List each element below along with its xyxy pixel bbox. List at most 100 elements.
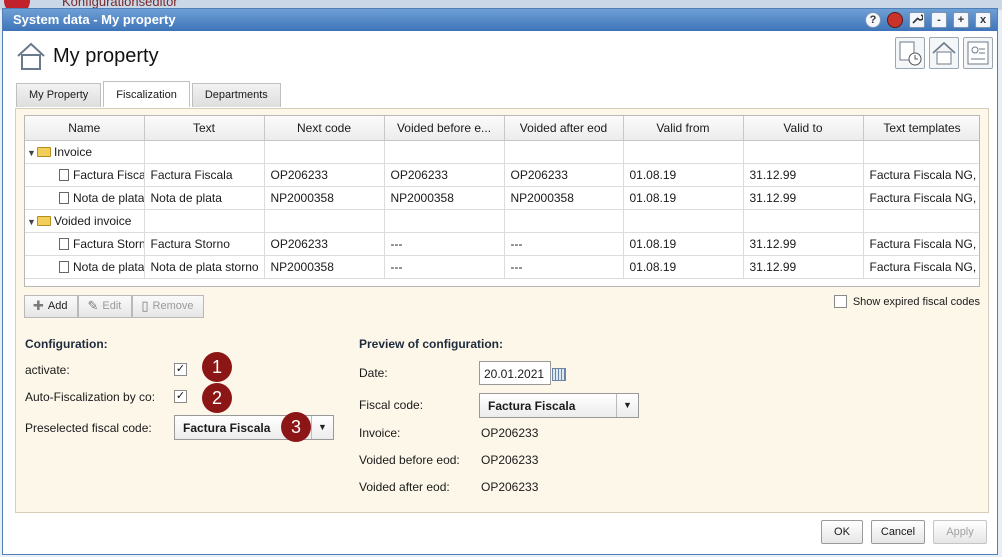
column-header[interactable]: Valid to — [743, 116, 864, 141]
tab-bar: My Property Fiscalization Departments — [16, 81, 281, 107]
preview-title: Preview of configuration: — [359, 337, 504, 351]
fiscalization-panel: Name Text Next code Voided before e... V… — [15, 108, 989, 513]
fiscal-code-select[interactable]: Factura Fiscala ▼ — [479, 393, 639, 418]
column-header[interactable]: Text — [144, 116, 265, 141]
ok-button[interactable]: OK — [821, 520, 863, 544]
cell-name: Nota de plata — [73, 190, 144, 205]
user-card-icon[interactable] — [963, 37, 993, 69]
cell-valid-from: 01.08.19 — [623, 255, 744, 279]
window-titlebar[interactable]: System data - My property ? - + x — [3, 9, 997, 31]
cell-text: Factura Fiscala — [144, 163, 265, 187]
tab-fiscalization[interactable]: Fiscalization — [103, 81, 190, 107]
add-button[interactable]: ✚ Add — [24, 295, 79, 318]
table-row[interactable]: Factura Fiscala Factura Fiscala OP206233… — [25, 163, 979, 187]
cell-voided-before: NP2000358 — [384, 186, 505, 210]
date-label: Date: — [359, 366, 388, 380]
cell-text: Nota de plata storno — [144, 255, 265, 279]
tab-my-property[interactable]: My Property — [16, 83, 102, 107]
cell-text-templates: Factura Fiscala NG, — [863, 232, 979, 256]
activate-label: activate: — [25, 363, 70, 377]
edit-button[interactable]: ✎ Edit — [78, 295, 133, 318]
calendar-icon[interactable] — [552, 368, 566, 381]
voided-after-value: OP206233 — [481, 480, 539, 494]
folder-icon — [37, 215, 51, 226]
collapse-triangle-icon[interactable]: ▼ — [27, 217, 37, 227]
invoice-value: OP206233 — [481, 426, 539, 440]
fiscal-code-label: Fiscal code: — [359, 398, 424, 412]
home-icon[interactable] — [15, 40, 47, 72]
table-row[interactable]: Nota de plata Nota de plata NP2000358 NP… — [25, 186, 979, 210]
header-toolbar — [895, 37, 993, 69]
window-title: System data - My property — [13, 12, 176, 27]
column-header[interactable]: Voided before e... — [384, 116, 505, 141]
property-home-icon[interactable] — [929, 37, 959, 69]
cancel-button[interactable]: Cancel — [871, 520, 925, 544]
activate-checkbox[interactable]: ✓ — [174, 363, 187, 376]
document-icon — [59, 191, 69, 204]
voided-before-label: Voided before eod: — [359, 453, 460, 467]
dialog-window: System data - My property ? - + x My pro… — [2, 8, 998, 555]
minimize-button[interactable]: - — [931, 12, 947, 28]
column-header[interactable]: Valid from — [623, 116, 744, 141]
column-header[interactable]: Name — [25, 116, 145, 141]
cell-next-code: NP2000358 — [264, 255, 385, 279]
column-header[interactable]: Text templates — [863, 116, 979, 141]
table-row[interactable]: Nota de plata storno Nota de plata storn… — [25, 255, 979, 279]
cell-voided-before: OP206233 — [384, 163, 505, 187]
group-row-voided-invoice[interactable]: ▼ Voided invoice — [25, 209, 979, 233]
cell-voided-before: --- — [384, 255, 505, 279]
column-header[interactable]: Next code — [264, 116, 385, 141]
document-icon — [59, 168, 69, 181]
remove-button[interactable]: ▯ Remove — [132, 295, 205, 318]
auto-fiscalization-label: Auto-Fiscalization by co: — [25, 390, 156, 404]
cell-voided-after: --- — [504, 255, 624, 279]
cell-valid-to: 31.12.99 — [743, 163, 864, 187]
show-expired-checkbox[interactable] — [833, 295, 847, 308]
apply-button[interactable]: Apply — [933, 520, 987, 544]
show-expired-label: Show expired fiscal codes — [852, 295, 980, 308]
folder-icon — [37, 146, 51, 157]
wrench-icon[interactable] — [909, 12, 925, 28]
tab-departments[interactable]: Departments — [191, 83, 281, 107]
collapse-triangle-icon[interactable]: ▼ — [27, 148, 37, 158]
cell-text-templates: Factura Fiscala NG, — [863, 186, 979, 210]
table-row[interactable]: Factura Storno Factura Storno OP206233 -… — [25, 232, 979, 256]
cell-name: Factura Fiscala — [73, 167, 143, 182]
cell-voided-after: --- — [504, 232, 624, 256]
pencil-icon: ✎ — [87, 298, 99, 313]
maximize-button[interactable]: + — [953, 12, 969, 28]
dialog-buttons: OK Cancel Apply — [821, 520, 987, 544]
plus-icon: ✚ — [33, 298, 44, 313]
history-icon[interactable] — [895, 37, 925, 69]
cell-next-code: OP206233 — [264, 163, 385, 187]
close-button[interactable]: x — [975, 12, 991, 28]
cell-text: Factura Storno — [144, 232, 265, 256]
cell-voided-before: --- — [384, 232, 505, 256]
configuration-title: Configuration: — [25, 337, 108, 351]
date-input[interactable]: 20.01.2021 — [479, 361, 551, 385]
ladybug-icon[interactable] — [887, 12, 903, 28]
cell-text: Nota de plata — [144, 186, 265, 210]
document-icon — [59, 237, 69, 250]
grid-actions: ✚ Add ✎ Edit ▯ Remove — [24, 295, 205, 318]
cell-name: Factura Storno — [73, 236, 143, 251]
callout-badge: 1 — [202, 352, 232, 382]
cell-valid-to: 31.12.99 — [743, 255, 864, 279]
trash-icon: ▯ — [141, 298, 149, 313]
column-header[interactable]: Voided after eod — [504, 116, 624, 141]
cell-text-templates: Factura Fiscala NG, — [863, 255, 979, 279]
group-row-invoice[interactable]: ▼ Invoice — [25, 140, 979, 164]
chevron-down-icon: ▼ — [616, 394, 638, 417]
group-label: Invoice — [54, 144, 93, 159]
cell-text-templates: Factura Fiscala NG, — [863, 163, 979, 187]
group-label: Voided invoice — [54, 213, 132, 228]
auto-fiscalization-checkbox[interactable]: ✓ — [174, 390, 187, 403]
fiscal-codes-grid: Name Text Next code Voided before e... V… — [24, 115, 980, 287]
invoice-label: Invoice: — [359, 426, 401, 440]
page-header: My property — [15, 39, 159, 73]
cell-valid-from: 01.08.19 — [623, 163, 744, 187]
cell-next-code: OP206233 — [264, 232, 385, 256]
grid-header-row: Name Text Next code Voided before e... V… — [25, 116, 979, 141]
help-button[interactable]: ? — [865, 12, 881, 28]
voided-before-value: OP206233 — [481, 453, 539, 467]
